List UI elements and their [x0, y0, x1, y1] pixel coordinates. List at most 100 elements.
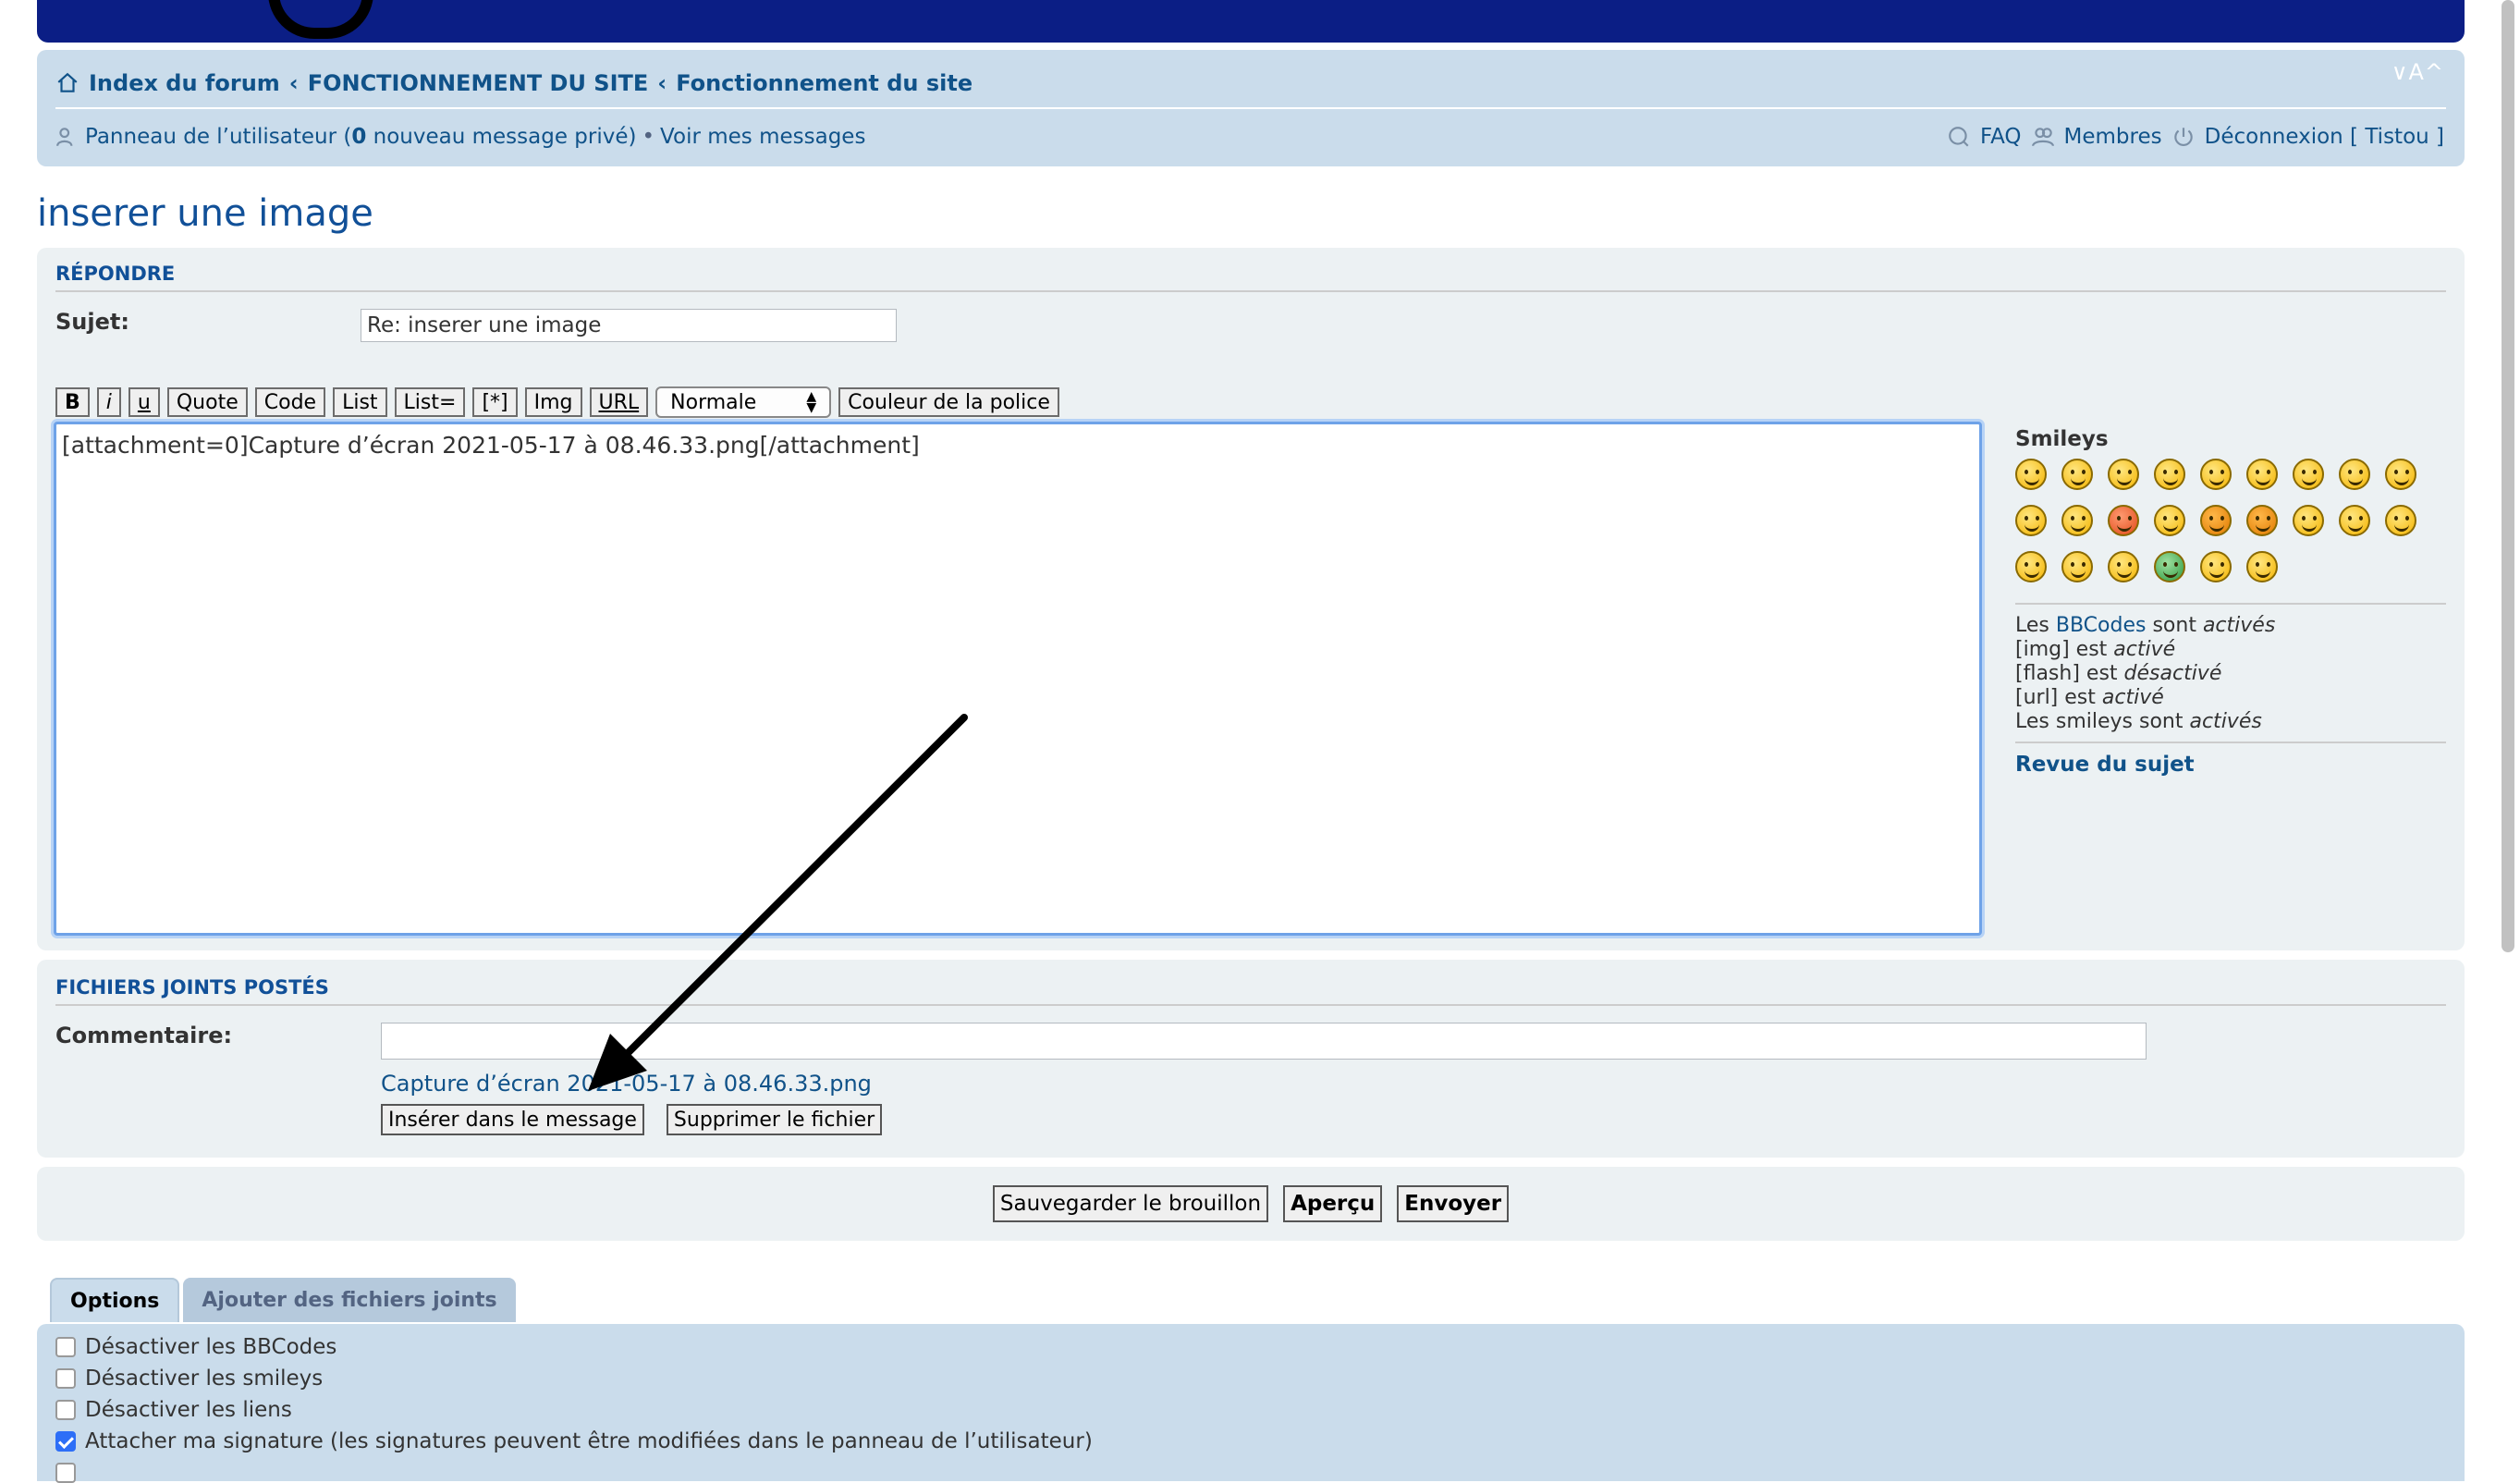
sad-icon[interactable]: [2015, 505, 2047, 536]
header-right-links: FAQ Membres Déconnexion [ Tistou ]: [1947, 118, 2444, 155]
url-button[interactable]: URL: [589, 387, 649, 417]
insert-into-message-button[interactable]: Insérer dans le message: [381, 1104, 644, 1135]
eek-icon[interactable]: [2246, 459, 2278, 490]
wink-icon[interactable]: [2108, 459, 2139, 490]
subject-input[interactable]: [361, 309, 897, 342]
breadcrumb-category[interactable]: FONCTIONNEMENT DU SITE: [308, 70, 649, 96]
disable-smileys-checkbox[interactable]: [55, 1368, 76, 1389]
green-icon[interactable]: [2154, 551, 2185, 582]
confused-icon[interactable]: [2293, 459, 2324, 490]
bbcodes-link[interactable]: BBCodes: [2056, 614, 2147, 637]
view-my-posts-link[interactable]: Voir mes messages: [660, 125, 865, 149]
save-draft-button[interactable]: Sauvegarder le brouillon: [992, 1185, 1269, 1222]
font-size-select[interactable]: Normale ▲ ▼: [655, 386, 832, 418]
faq-link[interactable]: FAQ: [1980, 125, 2022, 149]
delete-file-button[interactable]: Supprimer le fichier: [666, 1104, 883, 1135]
attachment-comment-textarea[interactable]: [381, 1023, 2147, 1060]
quote-button[interactable]: Quote: [166, 387, 248, 417]
page-scrollbar[interactable]: [2502, 0, 2514, 952]
status-line-bbcodes: Les BBCodes sont activés: [2015, 614, 2276, 637]
bold-button[interactable]: B: [55, 387, 90, 417]
font-color-button[interactable]: Couleur de la police: [838, 387, 1059, 417]
bbcode-status: Les BBCodes sont activés [img] est activ…: [2015, 614, 2446, 734]
logout-link[interactable]: Déconnexion [ Tistou ]: [2205, 125, 2444, 149]
disable-links-checkbox[interactable]: [55, 1400, 76, 1420]
underline-button[interactable]: u: [128, 387, 160, 417]
crazy-icon[interactable]: [2293, 505, 2324, 536]
status-line-flash: [flash] est désactivé: [2015, 662, 2222, 685]
list-item-button[interactable]: [*]: [472, 387, 518, 417]
partial-checkbox[interactable]: [55, 1463, 76, 1483]
smiley-divider: [2015, 603, 2446, 605]
attach-signature-checkbox[interactable]: [55, 1431, 76, 1452]
options-tabs: Options Ajouter des fichiers joints: [50, 1278, 516, 1322]
send-button[interactable]: Envoyer: [1397, 1185, 1510, 1222]
tab-options[interactable]: Options: [50, 1278, 180, 1322]
heading-rule: [55, 290, 2446, 292]
exclaim-icon[interactable]: [2339, 505, 2370, 536]
option-disable-links[interactable]: Désactiver les liens: [55, 1398, 292, 1422]
option-label: Désactiver les BBCodes: [85, 1335, 337, 1359]
code-button[interactable]: Code: [254, 387, 326, 417]
comment-label: Commentaire:: [55, 1023, 233, 1048]
members-link[interactable]: Membres: [2064, 125, 2162, 149]
laughing-icon[interactable]: [2385, 459, 2416, 490]
arrow-icon[interactable]: [2061, 551, 2093, 582]
razz-icon[interactable]: [2061, 505, 2093, 536]
site-header-banner: [37, 0, 2465, 43]
smile-icon[interactable]: [2061, 459, 2093, 490]
reply-panel: Répondre Sujet: B i u Quote Code List Li…: [37, 248, 2465, 950]
page-title[interactable]: inserer une image: [37, 192, 373, 235]
neutral2-icon[interactable]: [2108, 551, 2139, 582]
options-panel: Désactiver les BBCodes Désactiver les sm…: [37, 1324, 2465, 1483]
navbar-divider: [55, 107, 2446, 109]
option-label: Désactiver les liens: [85, 1398, 292, 1422]
site-logo[interactable]: [268, 0, 373, 39]
italic-button[interactable]: i: [96, 387, 121, 417]
breadcrumb-forum[interactable]: Fonctionnement du site: [676, 70, 973, 96]
question-icon[interactable]: [2385, 505, 2416, 536]
option-label: Désactiver les smileys: [85, 1367, 324, 1391]
twisted-icon[interactable]: [2246, 505, 2278, 536]
font-size-control[interactable]: ∨A^: [2392, 59, 2444, 85]
disable-bbcode-checkbox[interactable]: [55, 1337, 76, 1357]
breadcrumb-forum-index[interactable]: Index du forum: [89, 70, 280, 96]
status-line-img: [img] est activé: [2015, 638, 2176, 661]
bullet-separator: •: [642, 125, 655, 149]
tab-add-attachments[interactable]: Ajouter des fichiers joints: [183, 1278, 516, 1322]
uber-geek-icon[interactable]: [2246, 551, 2278, 582]
topic-review-link[interactable]: Revue du sujet: [2015, 753, 2446, 777]
message-textarea[interactable]: [attachment=0]Capture d’écran 2021-05-17…: [54, 422, 1982, 936]
user-links: Panneau de l’utilisateur (0 nouveau mess…: [55, 118, 865, 155]
preview-button[interactable]: Aperçu: [1283, 1185, 1383, 1222]
reply-heading: Répondre: [55, 263, 176, 285]
home-icon[interactable]: [55, 71, 80, 95]
surprised-icon[interactable]: [2200, 459, 2232, 490]
geek-icon[interactable]: [2200, 551, 2232, 582]
option-attach-signature[interactable]: Attacher ma signature (les signatures pe…: [55, 1429, 1093, 1453]
select-arrows-icon: ▲ ▼: [806, 389, 817, 415]
bbcode-toolbar: B i u Quote Code List List= [*] Img URL …: [55, 386, 1059, 418]
grin-icon[interactable]: [2015, 459, 2047, 490]
list-button[interactable]: List: [333, 387, 387, 417]
new-pm-suffix: nouveau message privé): [366, 125, 637, 149]
power-icon: [2173, 128, 2193, 147]
neutral-icon[interactable]: [2154, 459, 2185, 490]
user-icon: [56, 128, 73, 147]
font-size-value: Normale: [670, 390, 757, 414]
img-button[interactable]: Img: [524, 387, 582, 417]
mad-icon[interactable]: [2108, 505, 2139, 536]
attachment-filename-link[interactable]: Capture d’écran 2021-05-17 à 08.46.33.pn…: [381, 1071, 872, 1097]
option-disable-bbcode[interactable]: Désactiver les BBCodes: [55, 1335, 336, 1359]
user-control-panel-link[interactable]: Panneau de l’utilisateur (0 nouveau mess…: [85, 125, 636, 149]
ordered-list-button[interactable]: List=: [394, 387, 466, 417]
attachments-heading: Fichiers joints postés: [55, 976, 329, 999]
smiley-divider: [2015, 742, 2446, 743]
evil-icon[interactable]: [2200, 505, 2232, 536]
rolleyes-icon[interactable]: [2154, 505, 2185, 536]
idea-icon[interactable]: [2015, 551, 2047, 582]
smiley-box: Smileys Les BBCodes sont activés [img] e…: [2015, 422, 2446, 777]
breadcrumb-separator: ‹: [288, 70, 299, 96]
option-disable-smileys[interactable]: Désactiver les smileys: [55, 1367, 323, 1391]
cool-icon[interactable]: [2339, 459, 2370, 490]
